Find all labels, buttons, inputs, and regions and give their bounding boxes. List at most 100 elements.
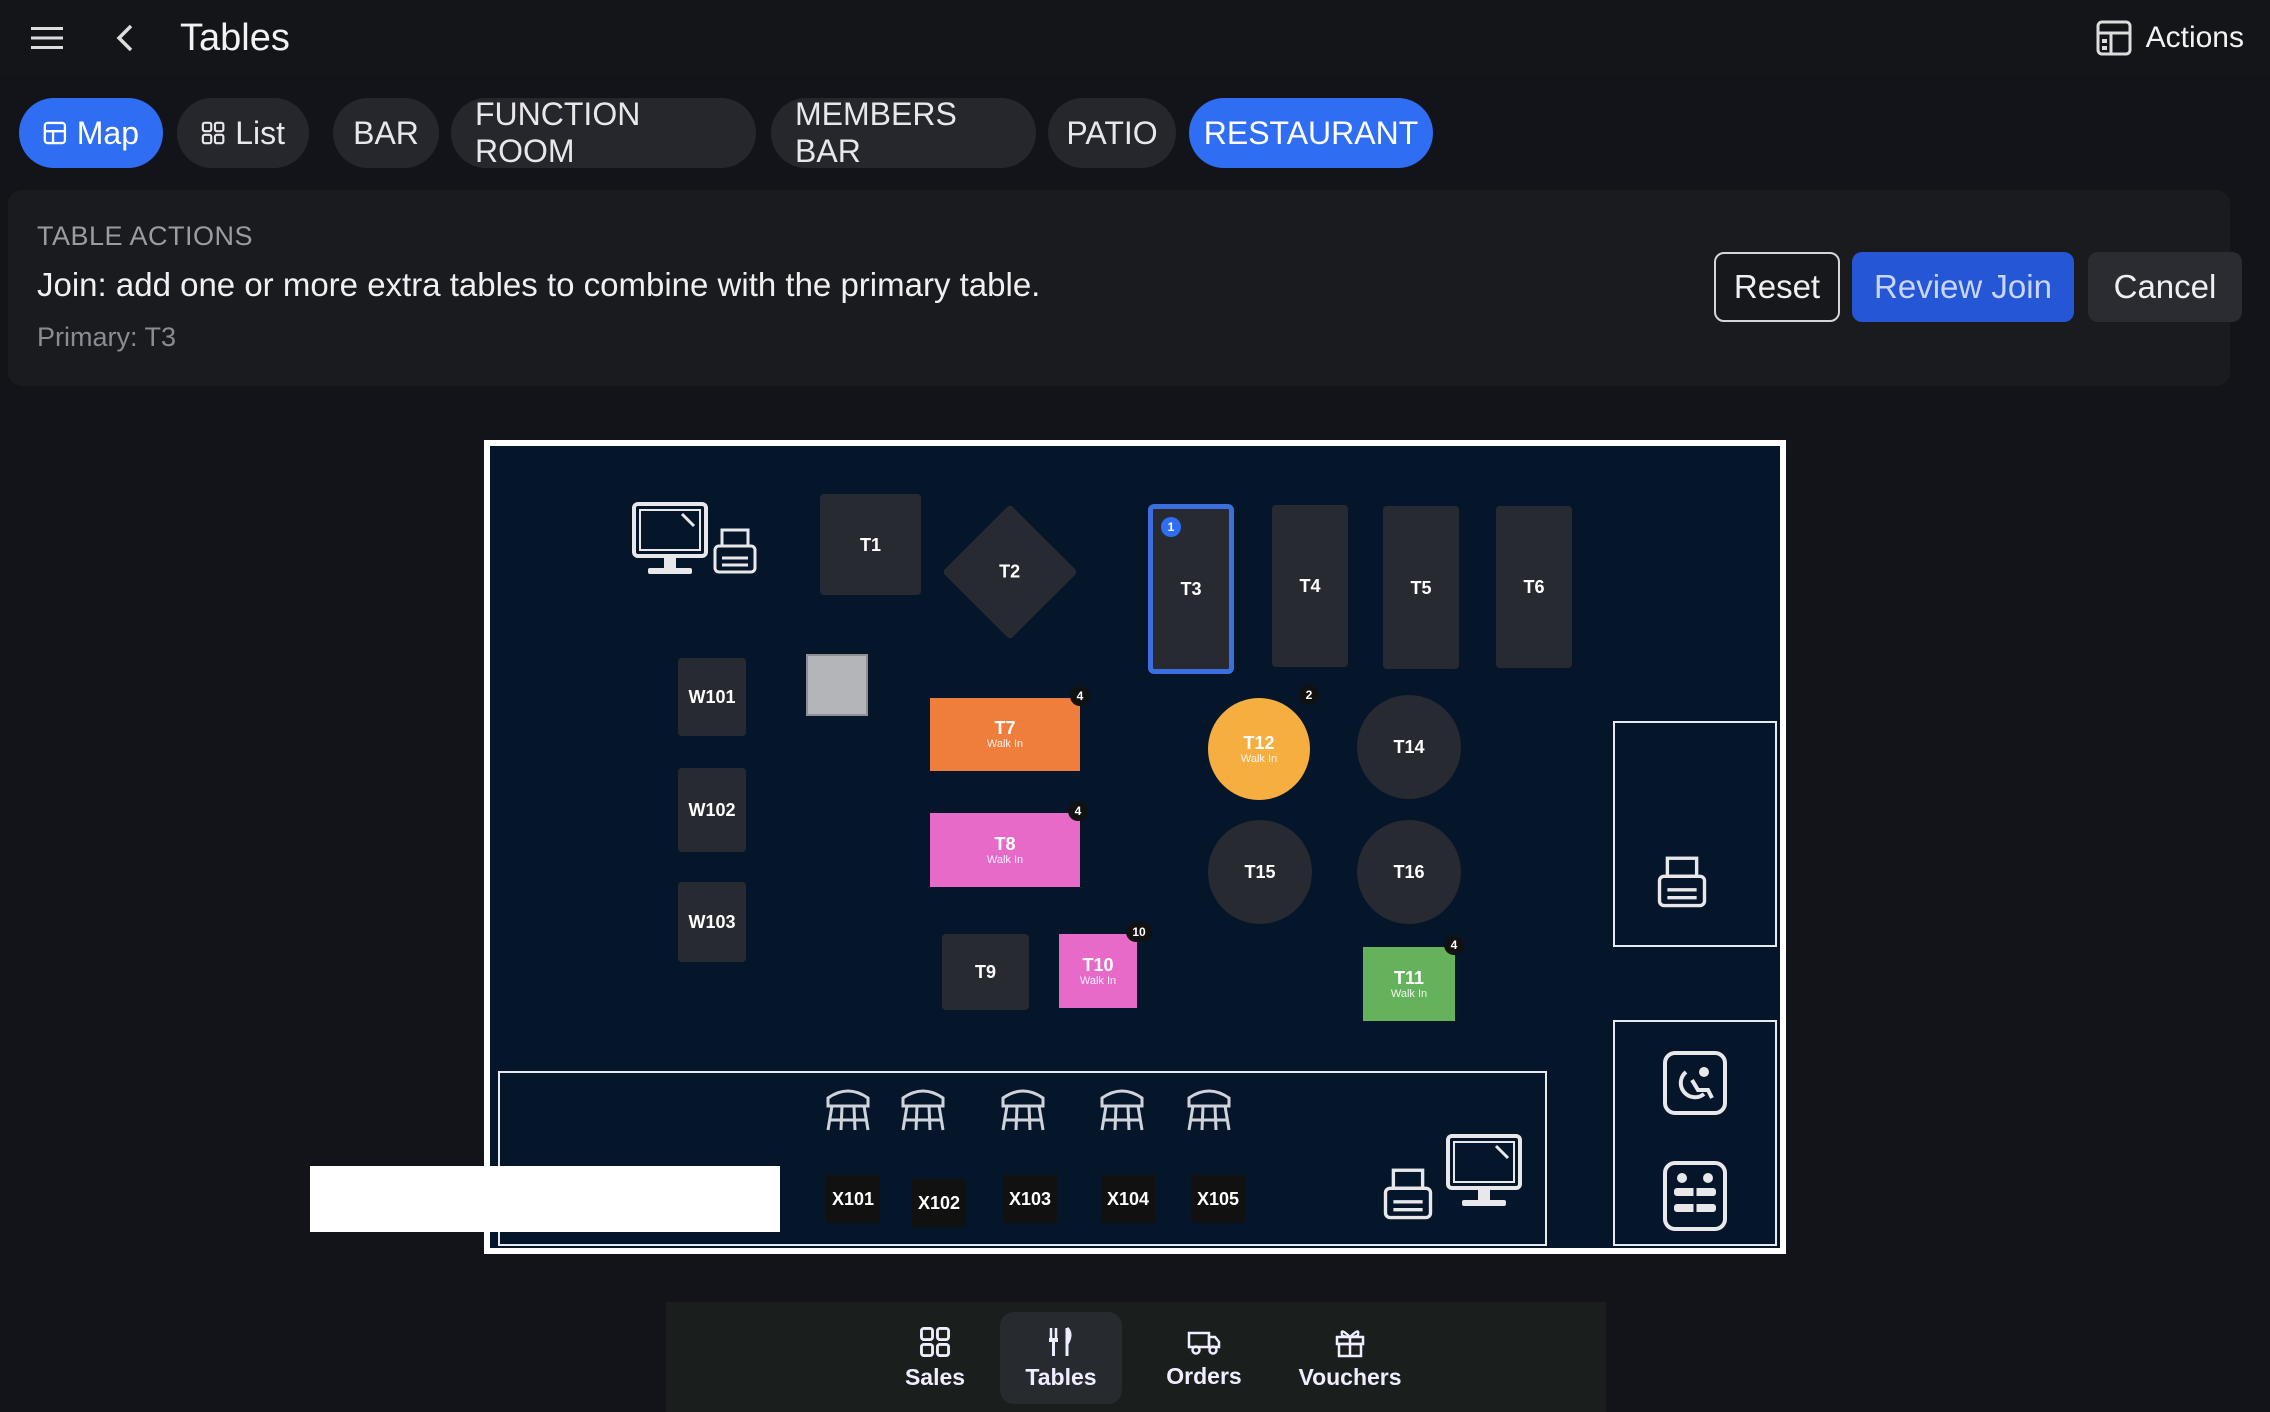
hamburger-icon [31, 27, 63, 49]
table-x104[interactable]: X104 [1101, 1175, 1155, 1223]
bar-stool-icon [901, 1089, 945, 1131]
table-t14[interactable]: T14 [1357, 695, 1461, 799]
area-tabs: Map List BAR FUNCTION ROOM MEMBERS BAR P… [0, 96, 2270, 170]
table-t5[interactable]: T5 [1383, 506, 1459, 669]
bar-stool-icon [826, 1089, 870, 1131]
table-t1-label: T1 [859, 534, 881, 555]
table-t14-label: T14 [1393, 737, 1425, 757]
table-w101[interactable]: W101 [678, 658, 746, 736]
tab-patio[interactable]: PATIO [1048, 98, 1176, 168]
table-t16[interactable]: T16 [1357, 820, 1461, 924]
table-t8-status: Walk In [986, 853, 1024, 866]
review-join-button[interactable]: Review Join [1852, 252, 2074, 322]
table-x101[interactable]: X101 [826, 1175, 880, 1223]
table-t4[interactable]: T4 [1272, 505, 1348, 667]
table-t8-guest-badge: 4 [1068, 801, 1088, 821]
bar-counter [310, 1166, 780, 1232]
truck-icon [1187, 1331, 1221, 1355]
tab-list-label: List [235, 114, 285, 151]
table-t15[interactable]: T15 [1208, 820, 1312, 924]
nav-vouchers[interactable]: Vouchers [1280, 1312, 1420, 1404]
table-t7-guest-badge: 4 [1070, 686, 1090, 706]
bar-stool-icon [1001, 1089, 1045, 1131]
tab-members-bar[interactable]: MEMBERS BAR [771, 96, 1036, 169]
table-t1[interactable]: T1 [820, 494, 921, 595]
actions-button[interactable]: Actions [2096, 14, 2244, 62]
back-button[interactable] [96, 14, 154, 62]
table-t11-status: Walk In [1390, 987, 1428, 1000]
table-t12-guest-badge: 2 [1299, 685, 1319, 705]
restroom-accessible-icon [1663, 1051, 1727, 1115]
table-t8[interactable]: T8 Walk In [930, 813, 1080, 887]
table-x103[interactable]: X103 [1003, 1175, 1057, 1223]
table-w102-label: W102 [688, 800, 736, 820]
bar-stool-icon [1187, 1089, 1231, 1131]
table-actions-panel: TABLE ACTIONS Join: add one or more extr… [8, 190, 2242, 386]
restroom-icon [1663, 1161, 1727, 1231]
service-zone [1613, 721, 1777, 947]
tab-function-room[interactable]: FUNCTION ROOM [451, 96, 756, 169]
join-description: Join: add one or more extra tables to co… [37, 266, 1041, 303]
chevron-left-icon [116, 24, 133, 52]
table-t7[interactable]: T7 Walk In [930, 698, 1080, 771]
grid-icon [920, 1326, 950, 1357]
table-t10-guest-badge: 10 [1126, 922, 1152, 942]
table-t10[interactable]: T10 Walk In [1059, 934, 1137, 1008]
nav-tables[interactable]: Tables [1000, 1312, 1122, 1404]
cancel-button[interactable]: Cancel [2088, 252, 2242, 322]
table-t2-label: T2 [999, 561, 1021, 582]
panel-label: TABLE ACTIONS [37, 221, 254, 251]
nav-orders[interactable]: Orders [1144, 1312, 1264, 1404]
bar-stool-icon [1100, 1089, 1144, 1131]
table-w102[interactable]: W102 [678, 768, 746, 852]
reset-button[interactable]: Reset [1714, 252, 1840, 322]
table-t12[interactable]: T12 Walk In [1208, 698, 1310, 800]
gift-icon [1335, 1329, 1365, 1357]
table-t5-label: T5 [1410, 577, 1432, 598]
tab-bar[interactable]: BAR [333, 98, 439, 168]
nav-sales-label: Sales [904, 1363, 966, 1390]
nav-sales[interactable]: Sales [880, 1312, 990, 1404]
table-t16-label: T16 [1393, 862, 1425, 882]
layout-icon [2096, 20, 2132, 56]
bottom-navigation: Sales Tables Orders Vouchers [666, 1302, 1606, 1412]
table-t11-label: T11 [1393, 967, 1425, 988]
printer-icon [1383, 1168, 1433, 1220]
grid-icon [201, 121, 225, 145]
nav-tables-label: Tables [1025, 1363, 1097, 1390]
tab-restaurant[interactable]: RESTAURANT [1189, 98, 1433, 168]
table-t4-label: T4 [1299, 576, 1321, 596]
cutlery-icon [1049, 1326, 1072, 1356]
table-t3-order-badge: 1 [1161, 517, 1181, 537]
table-t11[interactable]: T11 Walk In [1363, 947, 1455, 1021]
printer-icon [713, 528, 757, 574]
nav-orders-label: Orders [1166, 1362, 1242, 1389]
table-t3-label: T3 [1180, 579, 1202, 599]
top-bar: Tables Actions [0, 0, 2270, 76]
table-t15-label: T15 [1244, 862, 1276, 882]
tab-list[interactable]: List [177, 98, 309, 168]
table-t7-label: T7 [994, 718, 1016, 738]
table-t10-label: T10 [1082, 954, 1114, 975]
table-w101-label: W101 [688, 687, 736, 707]
table-t12-status: Walk In [1240, 752, 1278, 765]
table-x105[interactable]: X105 [1191, 1175, 1245, 1223]
table-t8-label: T8 [994, 833, 1016, 854]
pos-terminal-icon [1446, 1134, 1522, 1206]
gray-block [806, 654, 868, 716]
table-t10-status: Walk In [1079, 974, 1117, 987]
table-x102[interactable]: X102 [912, 1179, 966, 1227]
table-t6[interactable]: T6 [1496, 506, 1572, 668]
pos-terminal-icon [632, 502, 708, 574]
table-t9[interactable]: T9 [942, 934, 1029, 1010]
actions-label: Actions [2145, 21, 2244, 54]
printer-icon [1657, 856, 1707, 908]
page-title: Tables [180, 17, 290, 59]
table-t12-label: T12 [1243, 732, 1275, 753]
tab-map[interactable]: Map [19, 98, 163, 168]
table-w103-label: W103 [688, 912, 736, 932]
table-t11-guest-badge: 4 [1444, 935, 1464, 955]
nav-vouchers-label: Vouchers [1298, 1363, 1402, 1390]
menu-button[interactable] [18, 14, 76, 62]
table-w103[interactable]: W103 [678, 882, 746, 962]
